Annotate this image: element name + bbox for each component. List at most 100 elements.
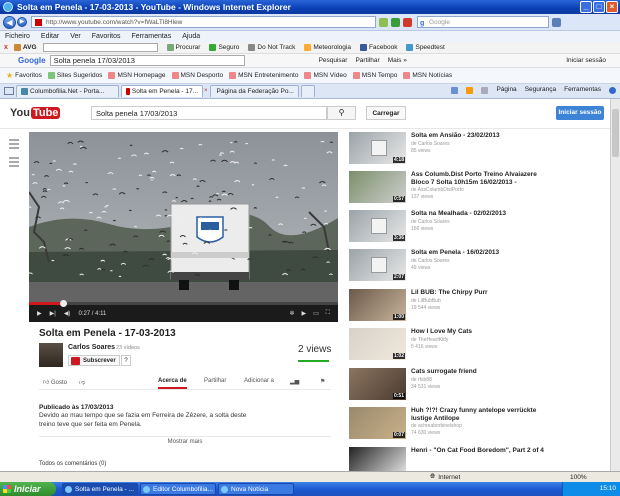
channel-name[interactable]: Carlos Soares	[68, 344, 115, 351]
related-thumbnail[interactable]: 4:18	[349, 132, 406, 164]
related-channel[interactable]: de Carlos Soares	[411, 141, 450, 147]
tab-solta-penela[interactable]: Solta em Penela - 17...	[121, 85, 203, 97]
related-title[interactable]: Ass Columb.Dist Porto Treino Alvaiazere …	[411, 171, 549, 186]
minimize-button[interactable]: _	[580, 1, 592, 13]
back-button[interactable]: ◀	[3, 15, 16, 29]
fav-msn-video[interactable]: MSN Vídeo	[304, 72, 347, 79]
close-button[interactable]: ×	[606, 1, 618, 13]
tab-close-icon[interactable]: ×	[204, 88, 208, 94]
youtube-search-input[interactable]: Solta penela 17/03/2013	[91, 106, 327, 120]
google-signin[interactable]: Iniciar sessão	[566, 57, 606, 64]
menu-editar[interactable]: Editar	[41, 33, 59, 40]
related-video-item[interactable]: 2:07 Solta em Penela - 16/02/2013 de Carlo…	[349, 249, 549, 285]
youtube-search-button[interactable]: ⚲	[327, 106, 356, 120]
related-channel[interactable]: de rfsb88	[411, 377, 432, 383]
fav-msn-homepage[interactable]: MSN Homepage	[108, 72, 166, 79]
related-title[interactable]: Huh ?!?! Crazy funny antelope verrückte …	[411, 407, 549, 422]
menu-ajuda[interactable]: Ajuda	[182, 33, 200, 40]
quick-tabs-icon[interactable]	[4, 87, 14, 95]
related-video-item[interactable]: 1:02 How I Love My Cats de TheHeartKitty 5 …	[349, 328, 549, 364]
related-title[interactable]: Henri - "On Cat Food Boredom", Part 2 of…	[411, 447, 549, 455]
menu-favoritos[interactable]: Favoritos	[92, 33, 121, 40]
related-title[interactable]: Solta em Penela - 16/02/2013	[411, 249, 549, 257]
browser-search-input[interactable]: g Google	[417, 16, 549, 28]
fullscreen-icon[interactable]: ⛶	[326, 310, 330, 317]
related-thumbnail[interactable]: 0:51	[349, 368, 406, 400]
home-icon[interactable]	[451, 87, 459, 94]
tab-columbofilia[interactable]: Columbofilia.Net - Porta...	[16, 85, 119, 97]
youtube-button-icon[interactable]: ▶	[302, 310, 307, 317]
progress-knob[interactable]	[59, 300, 67, 307]
maximize-button[interactable]: □	[593, 1, 605, 13]
signin-button[interactable]: Iniciar sessão	[556, 106, 604, 120]
menu-ficheiro[interactable]: Ficheiro	[5, 33, 30, 40]
related-video-item[interactable]: 4:18 Solta em Ansião - 23/02/2013 de Carlo…	[349, 132, 549, 168]
related-thumbnail[interactable]: 1:02	[349, 328, 406, 360]
google-toolbar-search[interactable]: Solta penela 17/03/2013	[49, 55, 245, 66]
new-tab-button[interactable]	[300, 85, 315, 97]
progress-bar[interactable]	[29, 300, 338, 307]
dislike-button[interactable]: 👎︎	[79, 378, 85, 386]
related-channel[interactable]: de Carlos Soares	[411, 219, 450, 225]
task-ie-youtube[interactable]: Solta em Penela - ...	[62, 483, 138, 495]
theater-mode-icon[interactable]: ▭	[313, 310, 319, 317]
volume-icon[interactable]: ◀)	[64, 310, 71, 317]
related-thumbnail[interactable]: 2:07	[349, 249, 406, 281]
related-thumbnail[interactable]: 1:00	[349, 289, 406, 321]
zoom-level[interactable]: 100%	[570, 474, 587, 481]
task-nova-noticia[interactable]: Nova Notícia	[218, 483, 294, 495]
address-input[interactable]: http://www.youtube.com/watch?v=fWaLTl8Hl…	[31, 16, 376, 28]
tab-share[interactable]: Partilhar	[204, 378, 226, 384]
related-video-item[interactable]: 1:00 Lil BUB: The Chirpy Purr de LilBubBub…	[349, 289, 549, 325]
compatibility-icon[interactable]	[379, 17, 388, 27]
next-icon[interactable]: ▶|	[50, 310, 56, 317]
avg-search-input[interactable]	[42, 43, 158, 52]
related-channel[interactable]: de Carlos Soares	[411, 258, 450, 264]
search-go-icon[interactable]	[552, 17, 561, 27]
related-channel[interactable]: de AssColumbDistPorto	[411, 187, 464, 193]
related-channel[interactable]: de TheHeartKitty	[411, 337, 448, 343]
related-title[interactable]: Cats surrogate friend	[411, 368, 549, 376]
related-channel[interactable]: de LilBubBub	[411, 298, 441, 304]
like-button[interactable]: 👍︎ Gosto	[43, 378, 67, 386]
menu-ferramentas[interactable]: Ferramentas	[132, 33, 172, 40]
related-video-item[interactable]: 0:07 Huh ?!?! Crazy funny antelope verrüc…	[349, 407, 549, 443]
youtube-logo[interactable]: You Tube	[10, 107, 61, 119]
forward-button[interactable]: ▶	[17, 17, 27, 27]
avg-do-not-track[interactable]: Do Not Track	[248, 44, 295, 51]
tool-ferramentas[interactable]: Ferramentas	[564, 86, 601, 94]
favorites-button[interactable]: ★ Favoritos	[6, 71, 42, 80]
tab-add-to[interactable]: Adicionar a	[244, 378, 274, 384]
tab-about[interactable]: Acerca de	[158, 378, 187, 389]
show-more-button[interactable]: Mostrar mais	[39, 436, 331, 445]
subscribe-button[interactable]: Subscrever	[68, 355, 120, 366]
fav-msn-entretenimento[interactable]: MSN Entretenimento	[229, 72, 298, 79]
related-video-item[interactable]: 0:51 Cats surrogate friend de rfsb88 34 531…	[349, 368, 549, 404]
google-pesquisar[interactable]: Pesquisar	[319, 57, 348, 64]
video-player[interactable]	[29, 132, 338, 322]
channel-avatar[interactable]	[39, 343, 63, 367]
play-icon[interactable]: ▶	[37, 310, 42, 317]
google-mais[interactable]: Mais »	[388, 57, 407, 64]
refresh-icon[interactable]	[391, 17, 400, 27]
related-video-item[interactable]: Henri - "On Cat Food Boredom", Part 2 of…	[349, 447, 549, 471]
related-thumbnail[interactable]: 0:07	[349, 407, 406, 439]
related-thumbnail[interactable]: 0:57	[349, 171, 406, 203]
stop-icon[interactable]	[403, 17, 412, 27]
stats-icon[interactable]: ▂▅	[290, 378, 299, 385]
tab-federacao[interactable]: Página da Federação Po...	[209, 85, 299, 97]
settings-gear-icon[interactable]: ✲	[289, 310, 294, 317]
related-thumbnail[interactable]	[349, 447, 406, 471]
avg-facebook[interactable]: Facebook	[359, 44, 397, 51]
flag-icon[interactable]: ⚑	[320, 378, 325, 385]
fav-msn-noticias[interactable]: MSN Notícias	[403, 72, 452, 79]
upload-button[interactable]: Carregar	[366, 106, 406, 120]
google-logo[interactable]: Google	[18, 56, 46, 65]
related-channel[interactable]: de achreaborbinelshop	[411, 423, 462, 429]
task-editor[interactable]: Editor Columbofilia...	[140, 483, 216, 495]
fav-sites-sugeridos[interactable]: Sites Sugeridos	[47, 72, 102, 79]
avg-procurar[interactable]: Procurar	[166, 44, 200, 51]
related-video-item[interactable]: 3:36 Solta na Mealhada - 02/02/2013 de Car…	[349, 210, 549, 246]
start-button[interactable]: Iniciar	[0, 482, 56, 496]
scrollbar-thumb[interactable]	[612, 109, 619, 157]
